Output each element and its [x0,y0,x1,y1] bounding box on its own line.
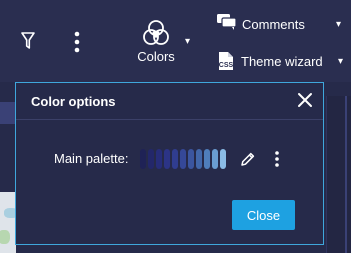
theme-wizard-label: Theme wizard [241,53,323,69]
close-button[interactable]: Close [232,200,295,230]
background-map [0,192,16,253]
palette-swatch [204,149,210,169]
palette-swatch [196,149,202,169]
comments-label: Comments [242,16,305,32]
palette-swatch [172,149,178,169]
toolbar: Colors ▾ Comments ▾ CSS Theme wizard ▾ [0,0,351,82]
colors-label: Colors [137,49,175,64]
colors-dropdown-icon[interactable]: ▾ [185,36,190,47]
palette-swatch [180,149,186,169]
palette-swatches[interactable] [140,149,226,169]
colors-button[interactable]: Colors [130,20,182,70]
dialog-title: Color options [31,94,116,109]
main-palette-label: Main palette: [54,151,129,166]
background-side-panel [326,96,351,253]
theme-wizard-dropdown-icon[interactable]: ▾ [338,56,343,67]
css-icon: CSS [216,51,236,71]
more-options-icon[interactable] [67,29,87,55]
pencil-icon[interactable] [240,151,256,167]
comment-icon [216,13,238,36]
palette-swatch [156,149,162,169]
comments-dropdown-icon[interactable]: ▾ [336,19,341,30]
palette-swatch [148,149,154,169]
close-icon[interactable] [297,92,313,108]
color-circles-icon [143,20,169,46]
palette-swatch [164,149,170,169]
comments-button[interactable]: Comments [216,13,305,36]
background-panel-strip [0,102,16,124]
palette-more-icon[interactable] [274,150,282,170]
palette-swatch [220,149,226,169]
filter-icon[interactable] [18,30,38,52]
palette-swatch [188,149,194,169]
color-options-dialog: Color options Main palette: Close [15,82,324,245]
palette-swatch [140,149,146,169]
dialog-header: Color options [16,83,323,120]
theme-wizard-button[interactable]: CSS Theme wizard [216,50,323,72]
palette-swatch [212,149,218,169]
css-icon-text: CSS [219,62,234,69]
